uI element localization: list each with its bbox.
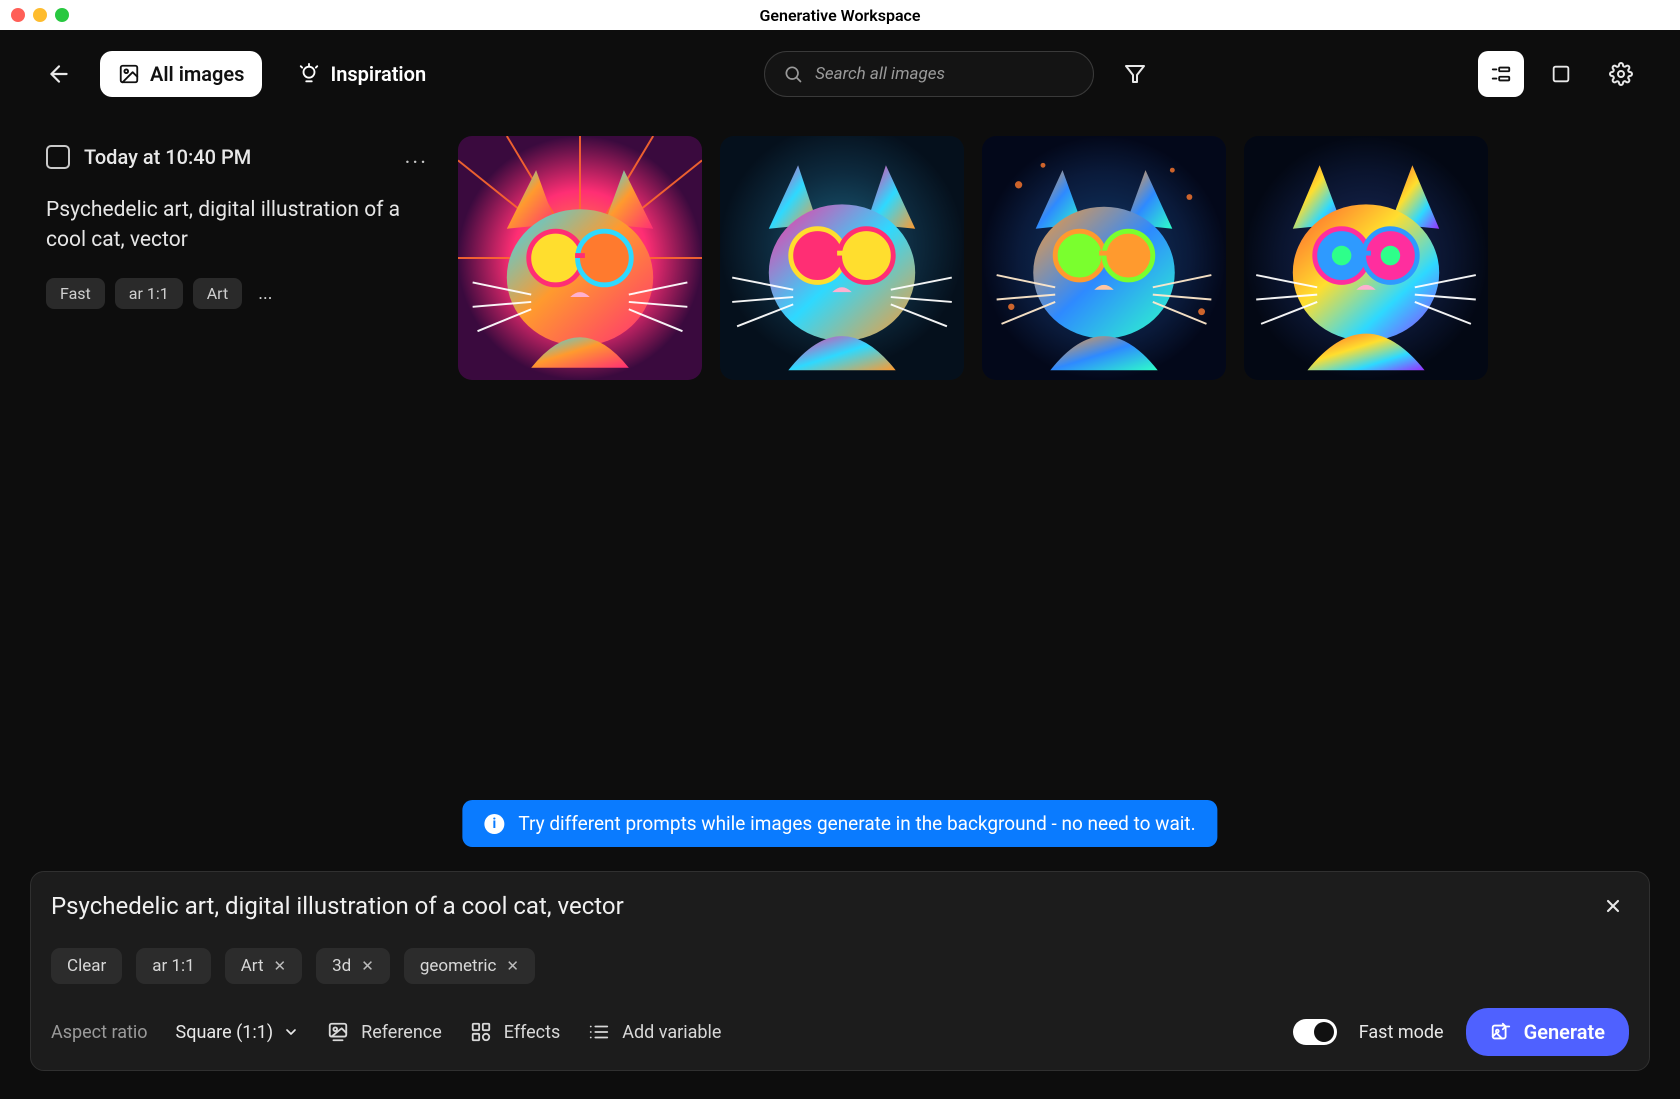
back-button[interactable]: [36, 51, 82, 97]
generated-thumbnails: [458, 118, 1488, 380]
reference-image-icon: [327, 1021, 349, 1043]
chip-art[interactable]: Art ✕: [225, 948, 302, 984]
prompt-panel: Psychedelic art, digital illustration of…: [30, 871, 1650, 1071]
lightbulb-icon: [298, 63, 320, 85]
aspect-ratio-select[interactable]: Square (1:1): [176, 1022, 300, 1043]
select-job-checkbox[interactable]: [46, 145, 70, 169]
chip-3d[interactable]: 3d ✕: [316, 948, 390, 984]
tag-fast[interactable]: Fast: [46, 278, 105, 309]
effects-label: Effects: [504, 1022, 561, 1043]
aspect-ratio-label: Aspect ratio: [51, 1022, 148, 1043]
list-icon: [1490, 63, 1512, 85]
search-input[interactable]: Search all images: [764, 51, 1094, 97]
search-placeholder: Search all images: [815, 64, 945, 84]
generate-button[interactable]: Generate: [1466, 1008, 1629, 1056]
arrow-left-icon: [46, 61, 72, 87]
job-timestamp: Today at 10:40 PM: [84, 145, 251, 169]
job-tags: Fast ar 1:1 Art ...: [46, 278, 434, 309]
prompt-input[interactable]: Psychedelic art, digital illustration of…: [51, 892, 1597, 920]
generated-image-4[interactable]: [1244, 136, 1488, 380]
settings-button[interactable]: [1598, 51, 1644, 97]
job-more-button[interactable]: ...: [399, 140, 434, 173]
generate-label: Generate: [1524, 1020, 1605, 1044]
clear-prompt-button[interactable]: [1597, 890, 1629, 922]
tip-text: Try different prompts while images gener…: [518, 812, 1195, 835]
add-variable-button[interactable]: Add variable: [588, 1021, 721, 1043]
chip-aspect-ratio[interactable]: ar 1:1: [136, 948, 210, 984]
tag-art[interactable]: Art: [193, 278, 242, 309]
close-icon: [1603, 896, 1623, 916]
aspect-ratio-value: Square (1:1): [176, 1022, 274, 1043]
chip-label: 3d: [332, 956, 351, 976]
effects-button[interactable]: Effects: [470, 1021, 561, 1043]
chip-geometric[interactable]: geometric ✕: [404, 948, 535, 984]
chip-remove-icon[interactable]: ✕: [506, 957, 519, 975]
maximize-window-button[interactable]: [55, 8, 69, 22]
chip-remove-icon[interactable]: ✕: [274, 957, 287, 975]
chevron-down-icon: [283, 1024, 299, 1040]
tab-inspiration-label: Inspiration: [330, 62, 426, 86]
job-prompt: Psychedelic art, digital illustration of…: [46, 195, 434, 256]
filter-icon: [1123, 62, 1147, 86]
close-window-button[interactable]: [11, 8, 25, 22]
info-icon: i: [484, 814, 504, 834]
minimize-window-button[interactable]: [33, 8, 47, 22]
square-icon: [1550, 63, 1572, 85]
tags-more-button[interactable]: ...: [252, 279, 278, 308]
cat-illustration-icon: [458, 136, 702, 380]
generated-image-3[interactable]: [982, 136, 1226, 380]
generation-job: Today at 10:40 PM ... Psychedelic art, d…: [46, 118, 1638, 380]
window-titlebar: Generative Workspace: [0, 0, 1680, 30]
window-title: Generative Workspace: [759, 6, 920, 25]
image-icon: [118, 63, 140, 85]
chip-clear[interactable]: Clear: [51, 948, 122, 984]
tag-aspect-ratio[interactable]: ar 1:1: [115, 278, 183, 309]
chip-label: Art: [241, 956, 264, 976]
view-list-button[interactable]: [1478, 51, 1524, 97]
fast-mode-label: Fast mode: [1359, 1022, 1444, 1043]
gear-icon: [1609, 62, 1633, 86]
effects-icon: [470, 1021, 492, 1043]
reference-label: Reference: [361, 1022, 442, 1043]
reference-button[interactable]: Reference: [327, 1021, 442, 1043]
tab-all-images-label: All images: [150, 62, 244, 86]
cat-illustration-icon: [982, 136, 1226, 380]
job-meta: Today at 10:40 PM ... Psychedelic art, d…: [46, 118, 434, 309]
traffic-lights: [11, 8, 69, 22]
tip-banner: i Try different prompts while images gen…: [462, 800, 1217, 847]
filter-button[interactable]: [1112, 51, 1158, 97]
chip-label: geometric: [420, 956, 497, 976]
cat-illustration-icon: [720, 136, 964, 380]
chip-clear-label: Clear: [67, 956, 106, 976]
generate-icon: [1490, 1021, 1512, 1043]
chip-label: ar 1:1: [152, 956, 194, 976]
top-toolbar: All images Inspiration Search all images: [0, 30, 1680, 118]
generated-image-2[interactable]: [720, 136, 964, 380]
generated-image-1[interactable]: [458, 136, 702, 380]
add-variable-label: Add variable: [622, 1022, 721, 1043]
chip-remove-icon[interactable]: ✕: [361, 957, 374, 975]
search-icon: [783, 64, 803, 84]
tab-all-images[interactable]: All images: [100, 51, 262, 97]
fast-mode-toggle[interactable]: [1293, 1019, 1337, 1045]
list-icon: [588, 1021, 610, 1043]
cat-illustration-icon: [1244, 136, 1488, 380]
view-grid-button[interactable]: [1538, 51, 1584, 97]
tab-inspiration[interactable]: Inspiration: [280, 51, 444, 97]
